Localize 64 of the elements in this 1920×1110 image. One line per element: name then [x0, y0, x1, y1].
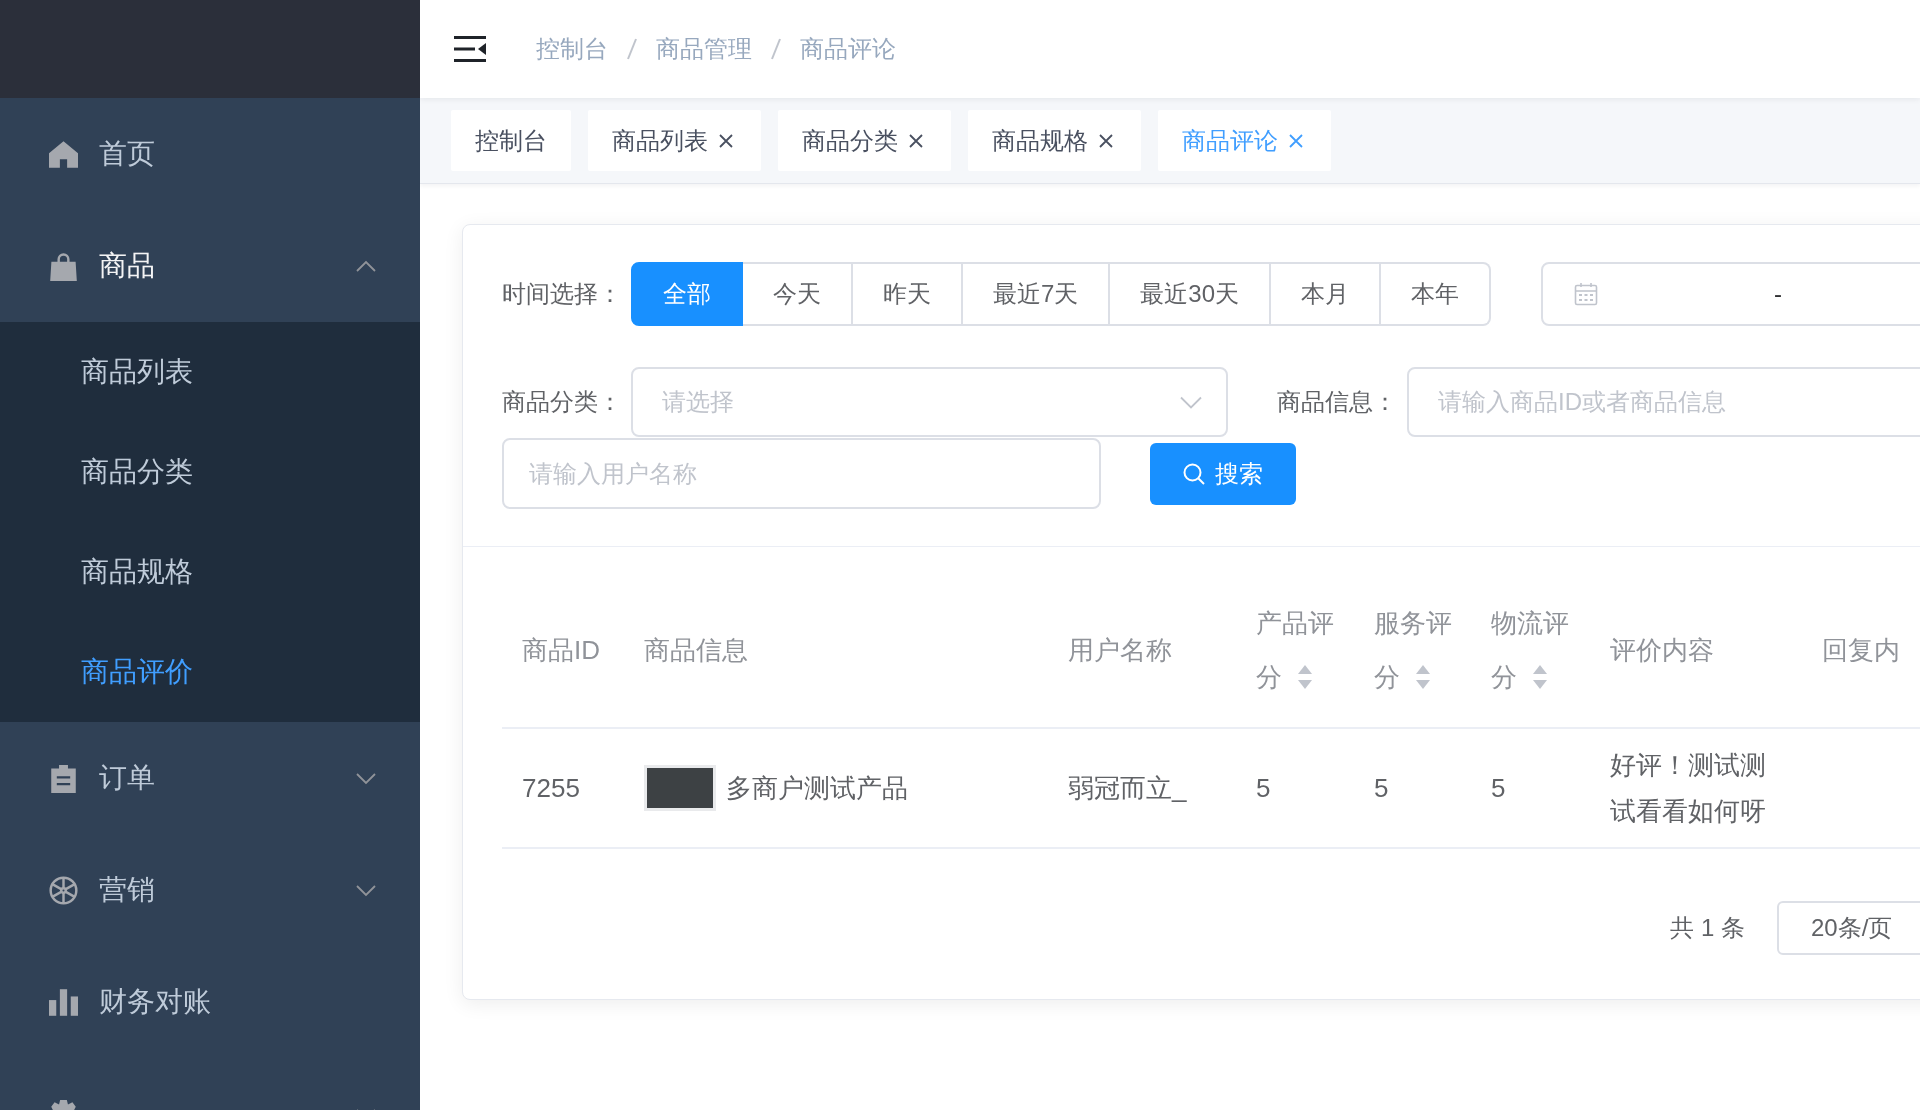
search-button[interactable]: 搜索	[1150, 442, 1296, 505]
sidebar-item[interactable]: 订单	[0, 722, 420, 834]
time-range-button[interactable]: 全部	[631, 262, 743, 326]
product-name: 多商户测试产品	[726, 772, 908, 805]
close-icon[interactable]	[909, 133, 923, 148]
time-range-button[interactable]: 最近7天	[963, 262, 1111, 326]
time-range-button[interactable]: 最近30天	[1110, 262, 1272, 326]
table-cell: 5	[1471, 728, 1590, 848]
sidebar-item[interactable]: 财务对账	[0, 946, 420, 1058]
wheel-icon	[49, 875, 78, 905]
time-range-button[interactable]: 昨天	[853, 262, 963, 326]
table-cell: 好评！测试测试看看如何呀	[1590, 728, 1802, 848]
tab[interactable]: 控制台	[451, 110, 571, 171]
close-icon[interactable]	[719, 133, 733, 148]
tab[interactable]: 商品分类	[778, 110, 951, 171]
page-size-select[interactable]: 20条/页	[1777, 901, 1920, 955]
table-cell: 5	[1354, 728, 1471, 848]
time-range-button[interactable]: 本月	[1271, 262, 1382, 326]
column-header[interactable]: 服务评分	[1374, 596, 1452, 704]
photo-placeholder	[644, 765, 716, 811]
table-cell: 弱冠而立_	[1048, 728, 1236, 848]
column-header: 回复内	[1822, 635, 1900, 665]
clipboard-icon	[49, 763, 78, 793]
slash-icon	[626, 38, 638, 60]
table-cell: 7255	[502, 728, 624, 848]
tab[interactable]: 商品规格	[968, 110, 1141, 171]
product-info-input[interactable]: 请输入商品ID或者商品信息	[1407, 367, 1920, 437]
date-range-field[interactable]: -	[1541, 262, 1920, 326]
time-range-button[interactable]: 今天	[743, 262, 853, 326]
sidebar-item[interactable]: 首页	[0, 98, 420, 210]
field-label: 商品信息：	[1277, 387, 1398, 417]
time-range-button[interactable]: 本年	[1381, 262, 1492, 326]
submenu-item[interactable]: 商品规格	[0, 522, 420, 622]
home-icon	[49, 139, 78, 169]
column-header: 用户名称	[1068, 635, 1172, 665]
sidebar-item[interactable]: 商品	[0, 210, 420, 322]
calendar-icon	[1574, 282, 1599, 306]
submenu-item[interactable]: 商品评价	[0, 622, 420, 722]
category-select[interactable]: 请选择	[631, 367, 1228, 437]
breadcrumb-current: 商品评论	[800, 34, 896, 64]
column-header: 商品信息	[644, 635, 748, 665]
column-header[interactable]: 物流评分	[1491, 596, 1569, 704]
submenu-item[interactable]: 商品分类	[0, 422, 420, 522]
sort-icon[interactable]	[1297, 664, 1313, 690]
chevron-down-icon	[1180, 396, 1202, 409]
sort-icon[interactable]	[1532, 664, 1548, 690]
sort-icon[interactable]	[1415, 664, 1431, 690]
column-header: 评价内容	[1610, 635, 1714, 665]
search-icon	[1183, 462, 1205, 485]
field-label: 时间选择：	[502, 279, 623, 309]
bar-chart-icon	[49, 987, 78, 1017]
menu-icon[interactable]	[454, 36, 486, 62]
submenu-item[interactable]: 商品列表	[0, 322, 420, 422]
table-cell: 5	[1236, 728, 1354, 848]
column-header[interactable]: 产品评分	[1256, 596, 1334, 704]
shopping-bag-icon	[49, 251, 78, 281]
tab[interactable]: 商品列表	[588, 110, 761, 171]
total-count: 共 1 条	[1670, 913, 1745, 943]
slash-icon	[770, 38, 782, 60]
close-icon[interactable]	[1099, 133, 1113, 148]
column-header: 商品ID	[522, 635, 600, 665]
sidebar-item[interactable]: 营销	[0, 834, 420, 946]
field-label: 商品分类：	[502, 387, 623, 417]
username-input[interactable]: 请输入用户名称	[502, 438, 1101, 509]
